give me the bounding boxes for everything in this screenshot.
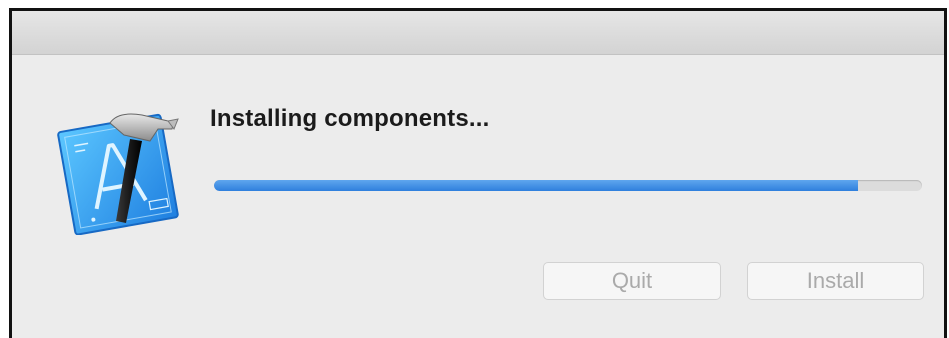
xcode-icon (46, 95, 186, 236)
progress-bar (214, 180, 922, 191)
window-titlebar[interactable] (12, 11, 944, 55)
progress-bar-fill (214, 180, 859, 191)
quit-button[interactable]: Quit (543, 262, 721, 300)
install-button[interactable]: Install (747, 262, 924, 300)
dialog-content: Installing components... Quit Install (12, 55, 944, 338)
status-message: Installing components... (210, 105, 490, 132)
installer-window: Installing components... Quit Install (9, 8, 947, 338)
